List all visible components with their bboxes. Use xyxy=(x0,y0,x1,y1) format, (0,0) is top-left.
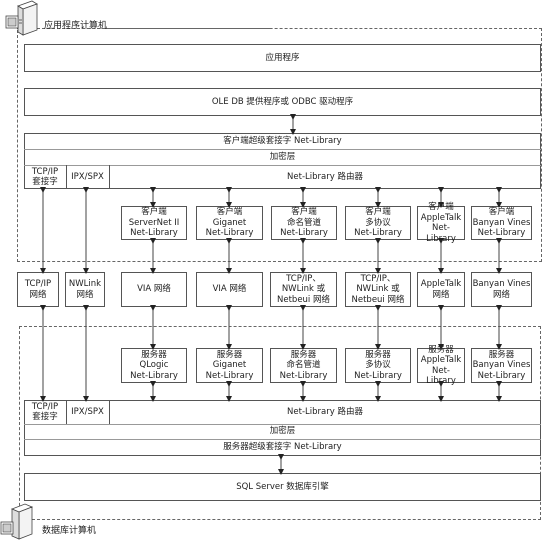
connectors xyxy=(40,114,502,475)
